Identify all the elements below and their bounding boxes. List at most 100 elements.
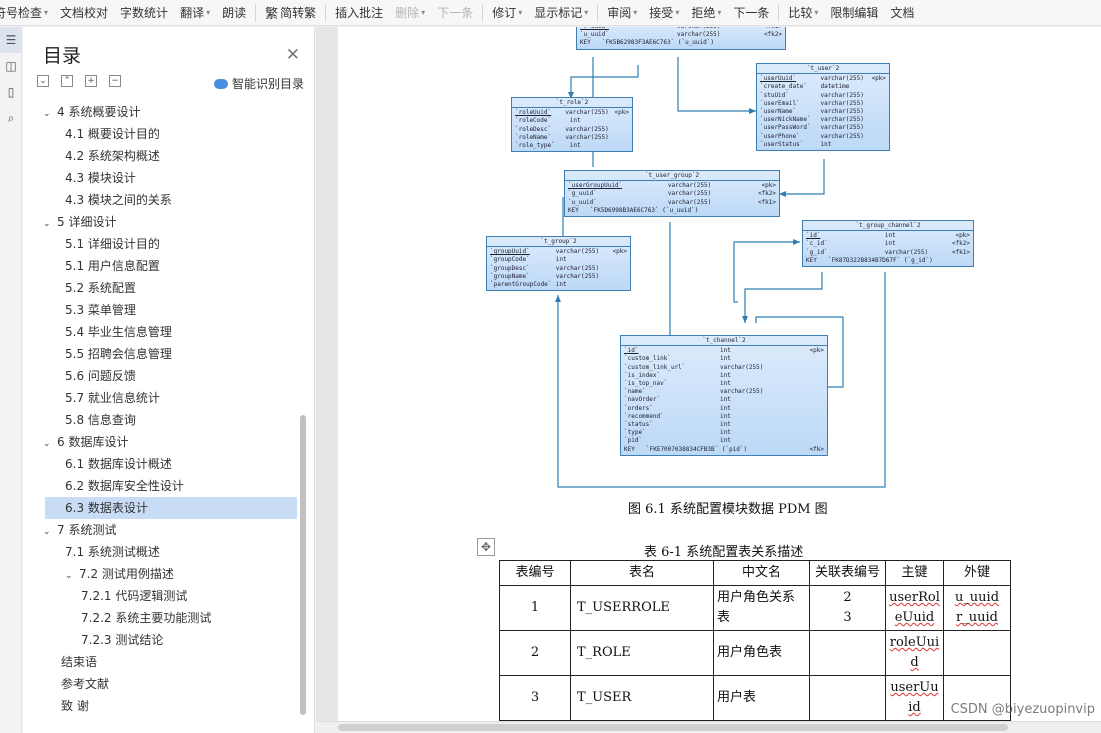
toolbar-button-15[interactable]: 比较 ▾ [782,0,824,25]
pdm-column-type: int [720,421,731,429]
toc-item[interactable]: 5.1 用户信息配置 [35,255,297,277]
toc-item[interactable]: ⌄ 4 系统概要设计 [35,101,297,123]
pdm-column-name: `roleName` [515,133,552,141]
pdm-column-name: `userPhone` [760,132,800,140]
toc-item[interactable]: 参考文献 [35,673,297,695]
table-cell-text: roleUuid [889,635,940,670]
toolbar-button-11[interactable]: 审阅 ▾ [601,0,643,25]
table-move-icon[interactable]: ✥ [477,538,495,556]
toolbar-label: 比较 [788,6,813,20]
toolbar-button-17[interactable]: 文档 [884,0,920,25]
toc-item[interactable]: 5.1 详细设计目的 [35,233,297,255]
toolbar-button-12[interactable]: 接受 ▾ [643,0,685,25]
toolbar-button-1[interactable]: 文档校对 [54,0,114,25]
pdm-column-row: `userEmail` varchar(255) [760,100,886,108]
toc-item-label: 5.6 问题反馈 [65,369,136,383]
pdm-column-key: <fk1> [757,198,776,206]
toc-item-label: 7.2.3 测试结论 [81,633,164,647]
table-row: 1 T_USERROLE 用户角色关系表 2 3 userRoleUuid u_uuid … [499,585,1011,631]
pdm-column-type: varchar(255) [565,125,609,133]
toc-item-label: 4.3 模块之间的关系 [65,193,172,207]
toc-item[interactable]: ⌄ 7.2 测试用例描述 [35,563,297,585]
chevron-down-icon[interactable]: ⌄ [43,103,57,125]
table-cell: T_USERROLE [570,585,714,631]
toolbar-label: 审阅 [607,6,632,20]
toc-scrollbar[interactable] [300,415,306,715]
pdm-column-row: `create_date` datetime [760,83,886,91]
toolbar-button-14[interactable]: 下一条 [727,0,775,25]
toolbar-button-4[interactable]: 朗读 [216,0,252,25]
toc-item-label: 7.2 测试用例描述 [79,567,174,581]
toolbar-button-9[interactable]: 修订 ▾ [486,0,528,25]
pdm-column-row: `parentGroupCode` int [490,281,627,289]
toolbar-button-5[interactable]: 繁简转繁 [259,0,322,25]
toolbar-button-6[interactable]: 插入批注 [329,0,389,25]
scrollbar-thumb[interactable] [338,724,1008,731]
toc-panel-icon[interactable]: ☰ [0,27,22,53]
toolbar-button-3[interactable]: 翻译 ▾ [174,0,216,25]
pdm-column-type: int [720,437,731,445]
toc-item[interactable]: ⌄ 5 详细设计 [35,211,297,233]
expand-all-icon[interactable]: ⌃ [61,75,73,87]
toolbar-button-16[interactable]: 限制编辑 [824,0,884,25]
toc-item[interactable]: 5.6 问题反馈 [35,365,297,387]
pdm-column-key [802,429,824,437]
table-cell: 用户表 [713,675,810,721]
close-icon[interactable]: ✕ [286,45,300,65]
toc-item[interactable]: ⌄ 7 系统测试 [35,519,297,541]
toc-item[interactable]: 7.2.3 测试结论 [35,629,297,651]
toc-item[interactable]: 7.2.1 代码逻辑测试 [35,585,297,607]
toc-item[interactable]: 4.3 模块设计 [35,167,297,189]
chevron-down-icon[interactable]: ⌄ [43,213,57,235]
pdm-column-row: `pid` int [624,437,824,445]
bookmark-icon[interactable]: ▯ [0,79,22,105]
toolbar-button-7[interactable]: 删除 ▾ [389,0,431,25]
toolbar-label: 插入批注 [335,6,384,20]
toolbar-button-10[interactable]: 显示标记 ▾ [528,0,594,25]
toolbar-button-8[interactable]: 下一条 [431,0,479,25]
table-cell: 2 3 [809,585,886,631]
toc-item[interactable]: 5.5 招聘会信息管理 [35,343,297,365]
toc-item[interactable]: 6.3 数据表设计 [45,497,297,519]
chevron-down-icon[interactable]: ⌄ [65,565,79,587]
toc-item[interactable]: 6.1 数据库设计概述 [35,453,297,475]
toc-item[interactable]: 4.1 概要设计目的 [35,123,297,145]
toc-item[interactable]: 结束语 [35,651,297,673]
smart-toc-button[interactable]: 智能识别目录 [213,75,304,92]
search-icon[interactable]: ⌕ [0,105,22,131]
table-header-cell: 关联表编号 [809,560,886,586]
chevron-down-icon[interactable]: ⌄ [43,433,57,455]
toolbar-button-13[interactable]: 拒绝 ▾ [685,0,727,25]
styles-panel-icon[interactable]: ◫ [0,53,22,79]
remove-heading-icon[interactable]: − [109,75,121,87]
toc-item[interactable]: 5.2 系统配置 [35,277,297,299]
pdm-column-name: `userEmail` [760,99,800,107]
table-cell-text: 2 3 [843,590,852,625]
add-heading-icon[interactable]: + [85,75,97,87]
pdm-column-type: int [884,240,896,248]
pdm-column-row: `u_uuid` varchar(255) <fk1> [568,199,776,207]
toolbar-label: 朗读 [222,6,247,20]
collapse-all-icon[interactable]: ⌄ [37,75,49,87]
toc-item[interactable]: 7.1 系统测试概述 [35,541,297,563]
toc-item[interactable]: 5.8 信息查询 [35,409,297,431]
pdm-column-name: `parentGroupCode` [490,281,552,289]
toc-item[interactable]: 4.2 系统架构概述 [35,145,297,167]
horizontal-scrollbar[interactable] [316,721,1101,733]
toc-item[interactable]: 7.2.2 系统主要功能测试 [35,607,297,629]
pdm-column-type: int [720,412,731,420]
pdm-column-key [802,421,824,429]
toc-item[interactable]: 5.4 毕业生信息管理 [35,321,297,343]
toc-item[interactable]: 5.7 就业信息统计 [35,387,297,409]
toolbar-button-0[interactable]: 符号检查▾ [0,0,54,25]
toc-item[interactable]: 5.3 菜单管理 [35,299,297,321]
toc-title: 目录 [43,45,82,67]
toolbar-label: 修订 [492,6,517,20]
toolbar-button-2[interactable]: 字数统计 [114,0,174,25]
table-header-row: 表编号 表名 中文名 关联表编号 主键 外键 [499,560,1011,586]
toc-item[interactable]: 致 谢 [35,695,297,717]
toc-item[interactable]: 6.2 数据库安全性设计 [35,475,297,497]
chevron-down-icon[interactable]: ⌄ [43,521,57,543]
toc-item[interactable]: 4.3 模块之间的关系 [35,189,297,211]
toc-item[interactable]: ⌄ 6 数据库设计 [35,431,297,453]
